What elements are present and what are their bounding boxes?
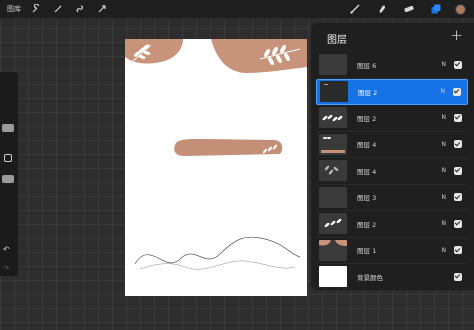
layer-thumbnail [319, 107, 347, 129]
layers-icon[interactable] [429, 2, 443, 16]
layer-visibility-checkbox[interactable] [454, 246, 462, 255]
opacity-slider[interactable] [2, 175, 14, 183]
transform-arrow-icon[interactable] [96, 3, 108, 15]
layer-name: 图层 2 [357, 220, 377, 229]
artwork [125, 39, 307, 270]
layer-row[interactable]: 图层 1 N [316, 238, 468, 264]
brush-icon[interactable] [348, 2, 362, 16]
layer-row[interactable]: 图层 4 N [316, 132, 468, 158]
layer-visibility-checkbox[interactable] [454, 113, 462, 122]
wavy-line-2 [139, 260, 296, 270]
smudge-icon[interactable] [375, 2, 389, 16]
layer-name: 图层 2 [357, 114, 377, 123]
layer-row[interactable]: 图层 3 N [316, 185, 468, 211]
layer-row[interactable]: 图层 2 N [316, 211, 468, 238]
brush-stroke [174, 139, 283, 156]
layer-row[interactable]: 图层 6 N [316, 52, 468, 79]
wavy-line-1 [134, 236, 301, 265]
selection-icon[interactable] [74, 3, 86, 15]
layer-row[interactable]: 图层 4 N [316, 158, 468, 185]
layer-visibility-checkbox[interactable] [454, 219, 462, 228]
layer-visibility-checkbox[interactable] [454, 140, 462, 149]
layer-row[interactable]: 图层 2 N [316, 105, 468, 132]
layer-row[interactable]: 图层 2 N [316, 78, 468, 105]
layer-visibility-checkbox[interactable] [454, 166, 462, 175]
layer-visibility-checkbox[interactable] [454, 60, 462, 69]
redo-icon[interactable]: ↷ [3, 264, 10, 273]
layer-thumbnail [320, 81, 348, 103]
layer-thumbnail [319, 213, 347, 235]
magic-wand-icon[interactable] [52, 3, 64, 15]
layer-name: 背景颜色 [357, 273, 383, 282]
layer-list: 图层 6 N 图层 2 N 图层 2 N 图层 4 N 图层 4 N 图层 3 N 图层 2 N 图层 1 N… [316, 52, 468, 291]
eraser-icon[interactable] [402, 2, 416, 16]
layer-thumbnail [319, 133, 347, 155]
right-toolbar [335, 0, 474, 18]
panel-title: 图层 [327, 35, 347, 46]
layer-visibility-checkbox[interactable] [454, 272, 462, 281]
layer-thumbnail [319, 54, 347, 76]
blend-mode-button[interactable]: N [442, 220, 447, 227]
terracotta-blob-right [211, 39, 307, 73]
top-toolbar: 图库 [0, 0, 474, 18]
wrench-icon[interactable] [30, 3, 42, 15]
modify-button[interactable] [4, 154, 12, 162]
color-picker-swatch[interactable] [455, 3, 466, 15]
layer-thumbnail [319, 160, 347, 182]
layer-thumbnail [319, 186, 347, 208]
blend-mode-button[interactable]: N [442, 61, 447, 68]
layer-thumbnail [319, 239, 347, 261]
layer-name: 图层 1 [357, 247, 377, 256]
layer-name: 图层 6 [357, 61, 377, 70]
blend-mode-button[interactable]: N [442, 247, 447, 254]
blend-mode-button[interactable]: N [442, 141, 447, 148]
blend-mode-button[interactable]: N [442, 114, 447, 121]
add-layer-button[interactable]: + [450, 26, 463, 44]
drawing-canvas[interactable] [125, 39, 307, 296]
undo-icon[interactable]: ↶ [3, 245, 10, 254]
blend-mode-button[interactable]: N [441, 88, 446, 95]
layer-thumbnail [319, 266, 347, 288]
gallery-button[interactable]: 图库 [7, 0, 21, 18]
layers-panel: 图层 + 图层 6 N 图层 2 N 图层 2 N 图层 4 N 图层 4 N 图层 3 N 图层 2 N… [311, 23, 474, 291]
blend-mode-button[interactable]: N [442, 194, 447, 201]
brush-size-slider[interactable] [2, 124, 14, 132]
layer-name: 图层 3 [357, 194, 377, 203]
procreate-app: 图库 ↶ ↷ 图层 + 图层 6 N 图层 2 N 图层 2 N 图层 4 N … [0, 0, 474, 330]
layer-visibility-checkbox[interactable] [453, 87, 461, 96]
layer-visibility-checkbox[interactable] [454, 193, 462, 202]
layer-name: 图层 2 [358, 88, 378, 97]
layer-name: 图层 4 [357, 141, 377, 150]
layer-name: 图层 4 [357, 167, 377, 176]
layer-row[interactable]: 背景颜色 [316, 264, 468, 291]
blend-mode-button[interactable]: N [442, 167, 447, 174]
